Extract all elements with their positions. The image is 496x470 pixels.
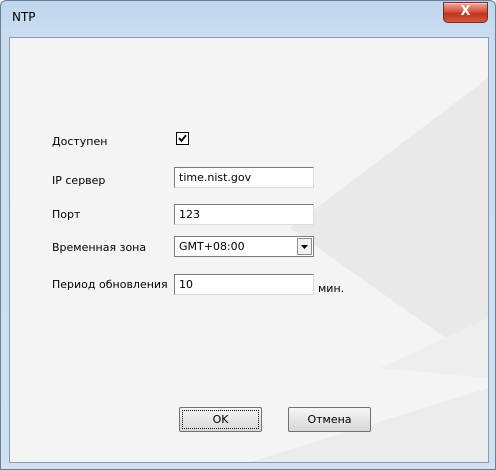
update-period-input[interactable]: 10 (174, 274, 314, 295)
title-bar[interactable]: NTP X (1, 1, 495, 37)
enabled-checkbox[interactable] (176, 132, 189, 145)
timezone-select[interactable]: GMT+08:00 (174, 236, 314, 257)
ip-server-input[interactable]: time.nist.gov (174, 167, 314, 188)
close-icon: X (460, 4, 471, 19)
ntp-dialog-window: NTP X Доступен IP сервер time.nist.gov П… (0, 0, 496, 470)
dialog-content: Доступен IP сервер time.nist.gov Порт 12… (9, 37, 489, 463)
ok-button[interactable]: OK (179, 407, 262, 432)
close-button[interactable]: X (443, 2, 488, 23)
port-label: Порт (52, 208, 81, 221)
window-title: NTP (12, 10, 36, 24)
enabled-label: Доступен (52, 135, 108, 148)
timezone-label: Временная зона (52, 241, 147, 254)
update-period-unit: мин. (318, 282, 345, 295)
timezone-value: GMT+08:00 (179, 240, 245, 253)
cancel-button[interactable]: Отмена (288, 407, 371, 432)
ip-server-label: IP сервер (52, 174, 106, 187)
chevron-down-icon (301, 245, 308, 249)
update-period-label: Период обновления (52, 278, 168, 291)
timezone-dropdown-button[interactable] (297, 238, 312, 255)
port-input[interactable]: 123 (174, 204, 314, 225)
checkmark-icon (178, 134, 187, 143)
